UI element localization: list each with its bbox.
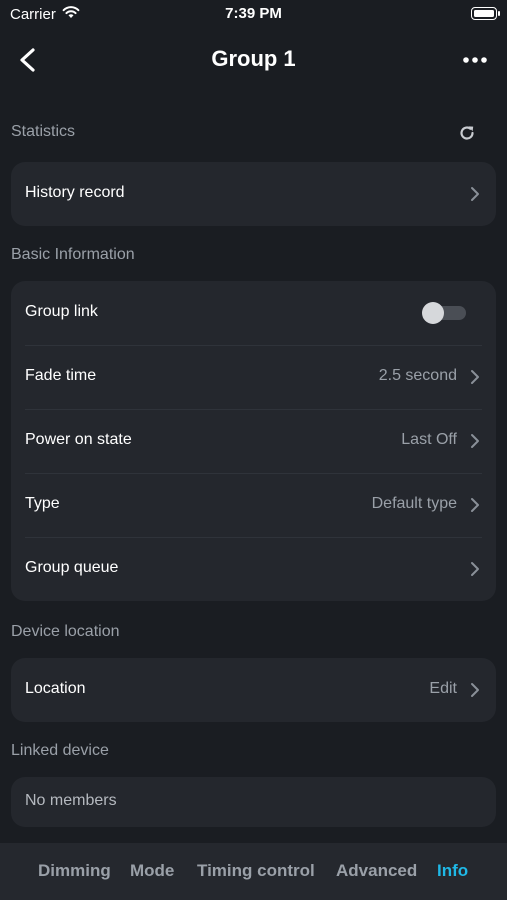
battery-icon: [471, 7, 500, 20]
location-label: Location: [25, 680, 86, 697]
basic-info-header: Basic Information: [11, 246, 135, 263]
statistics-card: History record: [11, 162, 496, 226]
refresh-icon[interactable]: [457, 123, 477, 143]
tab-mode[interactable]: Mode: [130, 861, 174, 881]
nav-bar: Group 1: [0, 36, 507, 84]
power-on-state-label: Power on state: [25, 431, 132, 448]
group-queue-row[interactable]: Group queue: [11, 537, 496, 601]
history-record-label: History record: [25, 184, 125, 201]
group-queue-label: Group queue: [25, 559, 119, 576]
type-value: Default type: [371, 495, 457, 512]
status-bar: Carrier 7:39 PM: [0, 0, 507, 28]
power-on-state-row[interactable]: Power on state Last Off: [11, 409, 496, 473]
power-on-state-value: Last Off: [401, 431, 457, 448]
no-members-text: No members: [25, 792, 117, 809]
location-row[interactable]: Location Edit: [11, 658, 496, 722]
chevron-right-icon: [471, 562, 479, 576]
device-location-card: Location Edit: [11, 658, 496, 722]
chevron-right-icon: [471, 498, 479, 512]
chevron-right-icon: [471, 683, 479, 697]
chevron-right-icon: [471, 434, 479, 448]
status-time: 7:39 PM: [225, 5, 282, 22]
group-link-row: Group link: [11, 281, 496, 345]
type-row[interactable]: Type Default type: [11, 473, 496, 537]
history-record-row[interactable]: History record: [11, 162, 496, 226]
chevron-right-icon: [471, 187, 479, 201]
linked-device-card: No members: [11, 777, 496, 827]
basic-info-card: Group link Fade time 2.5 second Power on…: [11, 281, 496, 601]
type-label: Type: [25, 495, 60, 512]
fade-time-label: Fade time: [25, 367, 97, 384]
group-link-toggle[interactable]: [422, 302, 466, 324]
fade-time-row[interactable]: Fade time 2.5 second: [11, 345, 496, 409]
tab-timing-control[interactable]: Timing control: [197, 861, 315, 881]
tab-info[interactable]: Info: [437, 861, 468, 881]
tab-advanced[interactable]: Advanced: [336, 861, 417, 881]
tab-dimming[interactable]: Dimming: [38, 861, 111, 881]
statistics-header: Statistics: [11, 123, 76, 140]
location-edit[interactable]: Edit: [429, 680, 457, 698]
fade-time-value: 2.5 second: [378, 367, 457, 384]
linked-device-header: Linked device: [11, 742, 109, 759]
group-link-label: Group link: [25, 303, 98, 320]
bottom-tab-bar: Dimming Mode Timing control Advanced Inf…: [0, 843, 507, 900]
page-title: Group 1: [211, 46, 296, 71]
chevron-right-icon: [471, 370, 479, 384]
device-location-header: Device location: [11, 623, 120, 640]
more-icon[interactable]: [461, 50, 489, 70]
